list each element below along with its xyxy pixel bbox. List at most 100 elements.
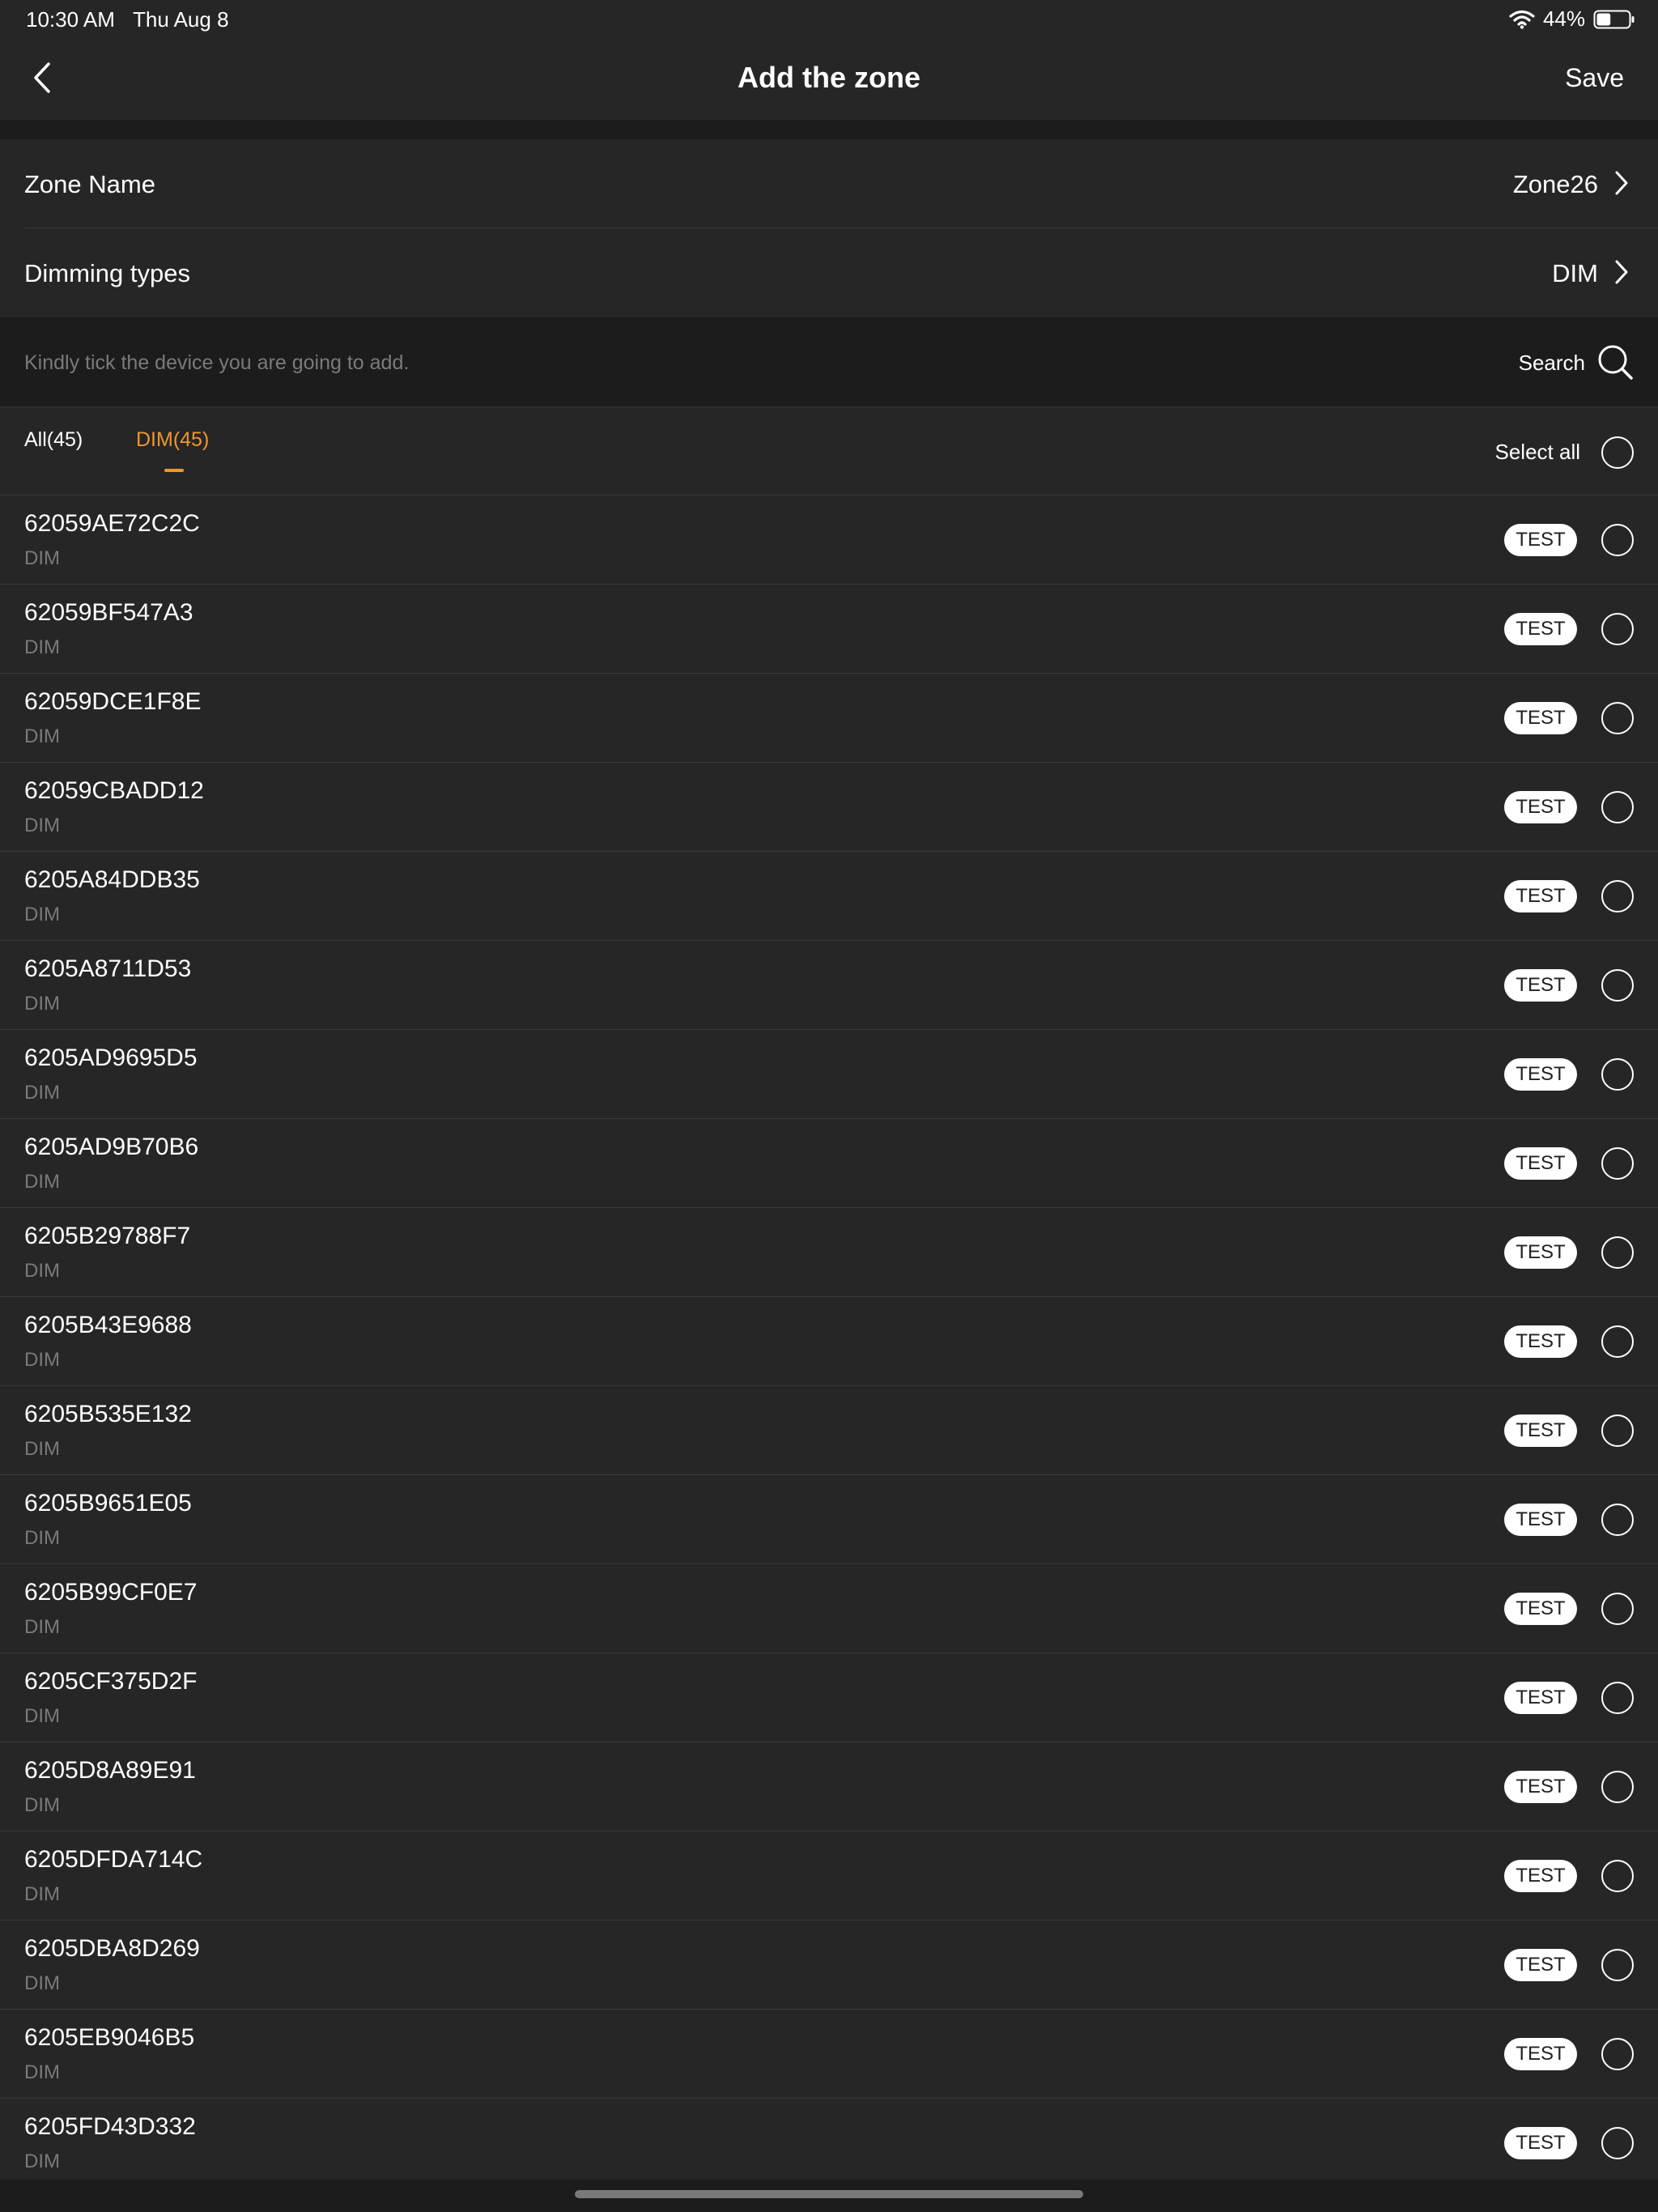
test-button[interactable]: TEST	[1504, 1325, 1577, 1358]
status-date: Thu Aug 8	[133, 7, 229, 32]
device-row[interactable]: 6205D8A89E91 DIM TEST	[0, 1742, 1658, 1831]
test-button[interactable]: TEST	[1504, 2038, 1577, 2070]
device-select-radio[interactable]	[1601, 613, 1634, 645]
device-select-radio[interactable]	[1601, 1325, 1634, 1358]
device-id: 6205CF375D2F	[24, 1668, 198, 1695]
device-type: DIM	[24, 993, 60, 1015]
device-row[interactable]: 62059AE72C2C DIM TEST	[0, 496, 1658, 585]
device-select-radio[interactable]	[1601, 1860, 1634, 1892]
test-button[interactable]: TEST	[1504, 1771, 1577, 1803]
select-all-radio[interactable]	[1601, 436, 1634, 469]
device-select-radio[interactable]	[1601, 1682, 1634, 1714]
test-button[interactable]: TEST	[1504, 1058, 1577, 1091]
status-bar: 10:30 AM Thu Aug 8 44%	[0, 0, 1658, 39]
device-type: DIM	[24, 1883, 60, 1905]
app-root: 10:30 AM Thu Aug 8 44% Add the zone Save…	[0, 0, 1658, 2212]
device-row[interactable]: 6205A84DDB35 DIM TEST	[0, 852, 1658, 941]
test-button[interactable]: TEST	[1504, 1236, 1577, 1269]
device-type: DIM	[24, 815, 60, 836]
device-row[interactable]: 6205DFDA714C DIM TEST	[0, 1831, 1658, 1921]
device-row[interactable]: 6205B29788F7 DIM TEST	[0, 1208, 1658, 1297]
device-select-radio[interactable]	[1601, 1236, 1634, 1269]
home-indicator[interactable]	[575, 2190, 1083, 2198]
tab-all[interactable]: All(45)	[24, 428, 83, 452]
device-row[interactable]: 6205FD43D332 DIM TEST	[0, 2099, 1658, 2188]
device-type: DIM	[24, 636, 60, 658]
device-row[interactable]: 62059CBADD12 DIM TEST	[0, 763, 1658, 852]
device-id: 6205A84DDB35	[24, 866, 200, 893]
zone-name-value: Zone26	[1512, 170, 1598, 198]
device-select-radio[interactable]	[1601, 791, 1634, 823]
device-row[interactable]: 6205CF375D2F DIM TEST	[0, 1653, 1658, 1742]
device-type: DIM	[24, 1349, 60, 1371]
device-id: 6205EB9046B5	[24, 2024, 195, 2051]
device-select-radio[interactable]	[1601, 702, 1634, 734]
device-row[interactable]: 6205EB9046B5 DIM TEST	[0, 2010, 1658, 2099]
test-button[interactable]: TEST	[1504, 613, 1577, 645]
tab-dim[interactable]: DIM(45)	[136, 428, 209, 452]
device-row[interactable]: 62059DCE1F8E DIM TEST	[0, 674, 1658, 763]
device-row[interactable]: 6205AD9B70B6 DIM TEST	[0, 1119, 1658, 1208]
device-select-radio[interactable]	[1601, 1593, 1634, 1625]
device-row[interactable]: 6205B535E132 DIM TEST	[0, 1386, 1658, 1475]
test-button[interactable]: TEST	[1504, 1414, 1577, 1447]
test-button[interactable]: TEST	[1504, 524, 1577, 556]
device-select-radio[interactable]	[1601, 524, 1634, 556]
test-button[interactable]: TEST	[1504, 1949, 1577, 1981]
status-time: 10:30 AM	[26, 7, 115, 32]
test-button[interactable]: TEST	[1504, 2127, 1577, 2159]
device-id: 62059BF547A3	[24, 599, 193, 626]
device-select-radio[interactable]	[1601, 1147, 1634, 1180]
device-type: DIM	[24, 1616, 60, 1638]
page-title: Add the zone	[738, 61, 920, 94]
test-button[interactable]: TEST	[1504, 791, 1577, 823]
test-button[interactable]: TEST	[1504, 1593, 1577, 1625]
device-id: 6205DFDA714C	[24, 1846, 203, 1873]
test-button[interactable]: TEST	[1504, 1147, 1577, 1180]
dimming-types-row[interactable]: Dimming types DIM	[0, 228, 1658, 317]
active-tab-indicator	[164, 469, 184, 472]
device-row[interactable]: 6205B9651E05 DIM TEST	[0, 1475, 1658, 1564]
device-type: DIM	[24, 1972, 60, 1994]
test-button[interactable]: TEST	[1504, 1682, 1577, 1714]
test-button[interactable]: TEST	[1504, 702, 1577, 734]
zone-name-label: Zone Name	[24, 170, 155, 198]
device-row[interactable]: 6205B99CF0E7 DIM TEST	[0, 1564, 1658, 1653]
search-icon[interactable]	[1596, 343, 1634, 385]
test-button[interactable]: TEST	[1504, 1504, 1577, 1536]
search-button[interactable]: Search	[1519, 351, 1585, 376]
device-id: 6205D8A89E91	[24, 1757, 196, 1784]
device-row[interactable]: 6205DBA8D269 DIM TEST	[0, 1921, 1658, 2010]
device-type: DIM	[24, 904, 60, 925]
device-row[interactable]: 6205AD9695D5 DIM TEST	[0, 1030, 1658, 1119]
device-type: DIM	[24, 1171, 60, 1193]
test-button[interactable]: TEST	[1504, 880, 1577, 912]
device-select-radio[interactable]	[1601, 969, 1634, 1002]
chevron-right-icon	[1614, 259, 1629, 289]
device-type: DIM	[24, 1705, 60, 1727]
dimming-types-value: DIM	[1552, 259, 1598, 287]
device-select-radio[interactable]	[1601, 880, 1634, 912]
device-id: 6205B535E132	[24, 1401, 192, 1427]
device-type: DIM	[24, 725, 60, 747]
device-select-radio[interactable]	[1601, 2038, 1634, 2070]
test-button[interactable]: TEST	[1504, 1860, 1577, 1892]
zone-name-row[interactable]: Zone Name Zone26	[0, 139, 1658, 228]
device-id: 62059CBADD12	[24, 777, 204, 804]
wifi-icon	[1509, 10, 1535, 29]
device-select-radio[interactable]	[1601, 1058, 1634, 1091]
device-row[interactable]: 6205A8711D53 DIM TEST	[0, 941, 1658, 1030]
device-select-radio[interactable]	[1601, 1414, 1634, 1447]
device-type: DIM	[24, 2150, 60, 2172]
status-indicators: 44%	[1509, 6, 1635, 32]
device-select-radio[interactable]	[1601, 2127, 1634, 2159]
test-button[interactable]: TEST	[1504, 969, 1577, 1002]
device-row[interactable]: 6205B43E9688 DIM TEST	[0, 1297, 1658, 1386]
device-select-radio[interactable]	[1601, 1504, 1634, 1536]
battery-percent: 44%	[1542, 6, 1585, 31]
device-select-radio[interactable]	[1601, 1771, 1634, 1803]
device-row[interactable]: 62059BF547A3 DIM TEST	[0, 585, 1658, 674]
battery-icon	[1593, 9, 1635, 30]
device-select-radio[interactable]	[1601, 1949, 1634, 1981]
save-button[interactable]: Save	[1565, 63, 1624, 93]
